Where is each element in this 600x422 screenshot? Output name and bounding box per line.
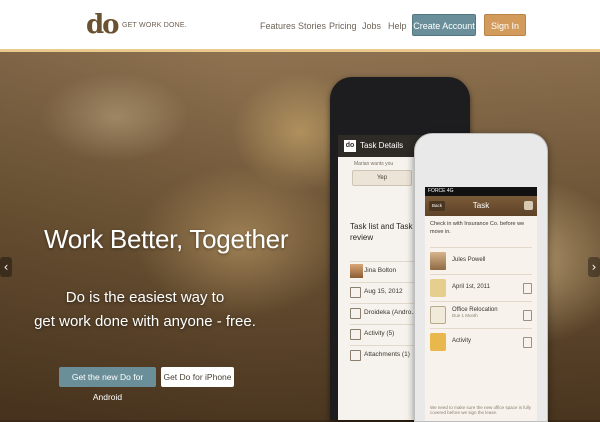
hero-subline-2: get work done with anyone - free. (34, 313, 256, 330)
iphone-row-date[interactable]: April 1st, 2011 (430, 274, 532, 301)
iphone-row-label: Jules Powell (452, 257, 486, 263)
hero-headline: Work Better, Together (44, 224, 289, 254)
yep-button[interactable]: Yep (352, 170, 412, 186)
arrow-left-icon[interactable]: ‹ (0, 257, 12, 277)
hero-subline-1: Do is the easiest way to (65, 289, 225, 306)
chat-icon[interactable] (524, 201, 533, 210)
get-android-app-button[interactable]: Get the new Do for Android (59, 367, 156, 402)
iphone-header-title: Task (472, 201, 490, 210)
arrow-right-icon[interactable]: › (588, 257, 600, 277)
iphone-row-label: April 1st, 2011 (452, 284, 490, 290)
android-row-label: Attachments (1) (364, 351, 410, 358)
android-row-label: Activity (5) (364, 330, 395, 337)
nav-link-stories[interactable]: Stories (298, 21, 326, 31)
get-iphone-app-button[interactable]: Get Do for iPhone (161, 367, 234, 387)
iphone-row-activity[interactable]: Activity (430, 328, 532, 355)
activity-icon (350, 329, 361, 340)
android-header-title: Task Details (360, 141, 404, 150)
avatar (430, 252, 446, 270)
iphone-row-label: Office Relocation Due 1 Month (452, 307, 498, 318)
android-row-label: Droideka (Andro... (364, 309, 417, 316)
edit-icon[interactable] (523, 283, 532, 294)
android-row-label: Jina Bolton (364, 267, 397, 274)
iphone-screen: FORCE 4G Back Task Check in with Insuran… (425, 187, 537, 421)
android-app-logo: do (344, 140, 356, 152)
iphone-row-label: Activity (452, 338, 472, 344)
iphone-row-project[interactable]: Office Relocation Due 1 Month (430, 301, 532, 328)
checkbox-icon (430, 306, 446, 324)
iphone-status-bar: FORCE 4G (425, 187, 537, 196)
top-navigation-bar: do GET WORK DONE. Features Stories Prici… (0, 0, 600, 52)
back-button[interactable]: Back (429, 201, 445, 211)
attachment-icon (350, 350, 361, 361)
logo-mark: do (86, 10, 120, 40)
chevron-right-icon[interactable] (523, 337, 532, 348)
iphone-row-assignee[interactable]: Jules Powell (430, 247, 532, 274)
nav-link-help[interactable]: Help (388, 21, 407, 31)
calendar-icon (350, 287, 361, 298)
do-logo[interactable]: do (86, 10, 120, 40)
iphone-mockup: FORCE 4G Back Task Check in with Insuran… (414, 133, 548, 422)
task-footer-note: We need to make sure the new office spac… (430, 405, 532, 415)
project-sub: Due 1 Month (452, 313, 478, 318)
checkbox-icon (350, 308, 361, 319)
task-description: Check in with Insurance Co. before we mo… (430, 221, 525, 235)
activity-icon (430, 333, 446, 351)
android-row-label: Aug 15, 2012 (364, 288, 403, 295)
brand-tagline: GET WORK DONE. (122, 22, 187, 29)
calendar-icon (430, 279, 446, 297)
iphone-app-header: Back Task (425, 196, 537, 216)
android-note: Marian wants you (354, 161, 394, 167)
nav-link-jobs[interactable]: Jobs (362, 21, 381, 31)
nav-link-pricing[interactable]: Pricing (329, 21, 357, 31)
create-account-button[interactable]: Create Account (412, 14, 476, 36)
attachment-icon[interactable] (523, 310, 532, 321)
nav-link-features[interactable]: Features (260, 21, 296, 31)
sign-in-button[interactable]: Sign In (484, 14, 526, 36)
avatar (350, 264, 363, 278)
